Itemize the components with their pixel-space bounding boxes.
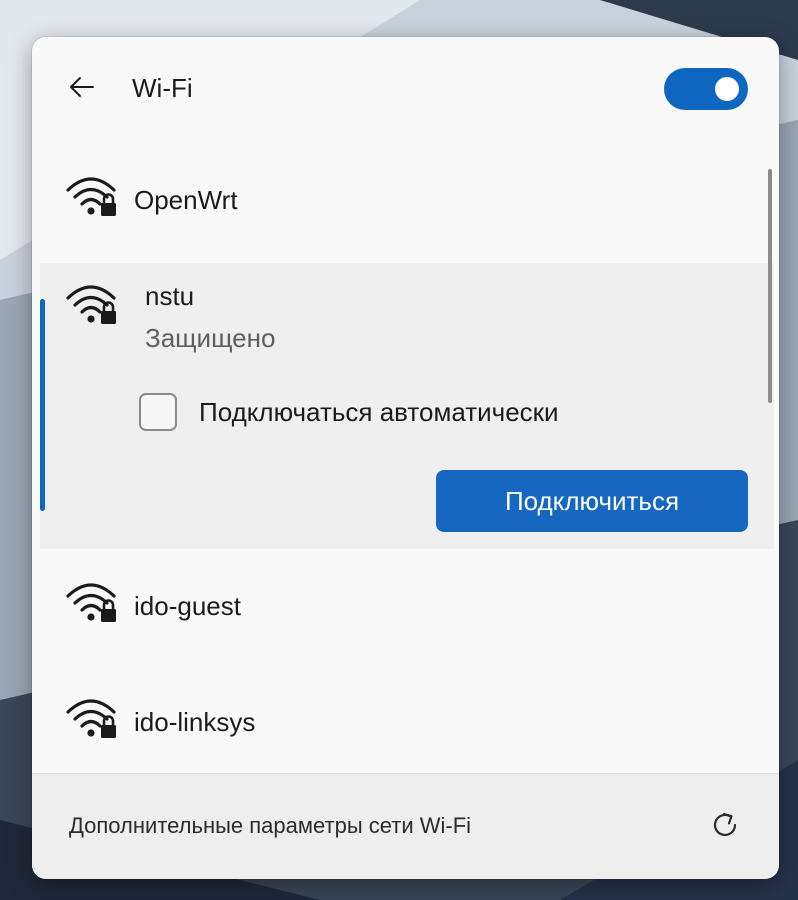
scrollbar-thumb[interactable] xyxy=(768,169,772,403)
toggle-knob xyxy=(715,77,739,101)
network-name: ido-linksys xyxy=(134,707,256,737)
refresh-button[interactable] xyxy=(702,804,748,850)
wifi-flyout: Wi-Fi OpenWrt nstu Защищено Подключаться… xyxy=(32,37,779,879)
flyout-footer: Дополнительные параметры сети Wi-Fi xyxy=(32,773,779,879)
network-item-openwrt[interactable]: OpenWrt xyxy=(32,149,772,245)
connect-button[interactable]: Подключиться xyxy=(436,470,748,532)
back-button[interactable] xyxy=(62,69,102,109)
refresh-icon xyxy=(708,808,742,847)
wifi-toggle[interactable] xyxy=(664,68,748,110)
selection-indicator xyxy=(40,299,45,511)
arrow-left-icon xyxy=(69,76,95,103)
network-name: OpenWrt xyxy=(134,185,238,215)
flyout-header: Wi-Fi xyxy=(32,37,779,137)
wifi-locked-icon xyxy=(65,695,121,741)
network-name: nstu xyxy=(145,281,195,311)
more-wifi-settings-link[interactable]: Дополнительные параметры сети Wi-Fi xyxy=(69,813,471,839)
network-item-ido-guest[interactable]: ido-guest xyxy=(32,557,772,657)
auto-connect-checkbox[interactable] xyxy=(139,393,177,431)
wifi-locked-icon xyxy=(65,281,121,327)
wifi-locked-icon xyxy=(65,173,121,219)
wifi-locked-icon xyxy=(65,579,121,625)
auto-connect-option[interactable]: Подключаться автоматически xyxy=(139,390,559,434)
auto-connect-label: Подключаться автоматически xyxy=(199,396,559,427)
network-item-ido-linksys[interactable]: ido-linksys xyxy=(32,673,772,769)
network-name: ido-guest xyxy=(134,591,241,621)
network-status: Защищено xyxy=(145,323,276,353)
page-title: Wi-Fi xyxy=(132,73,193,103)
